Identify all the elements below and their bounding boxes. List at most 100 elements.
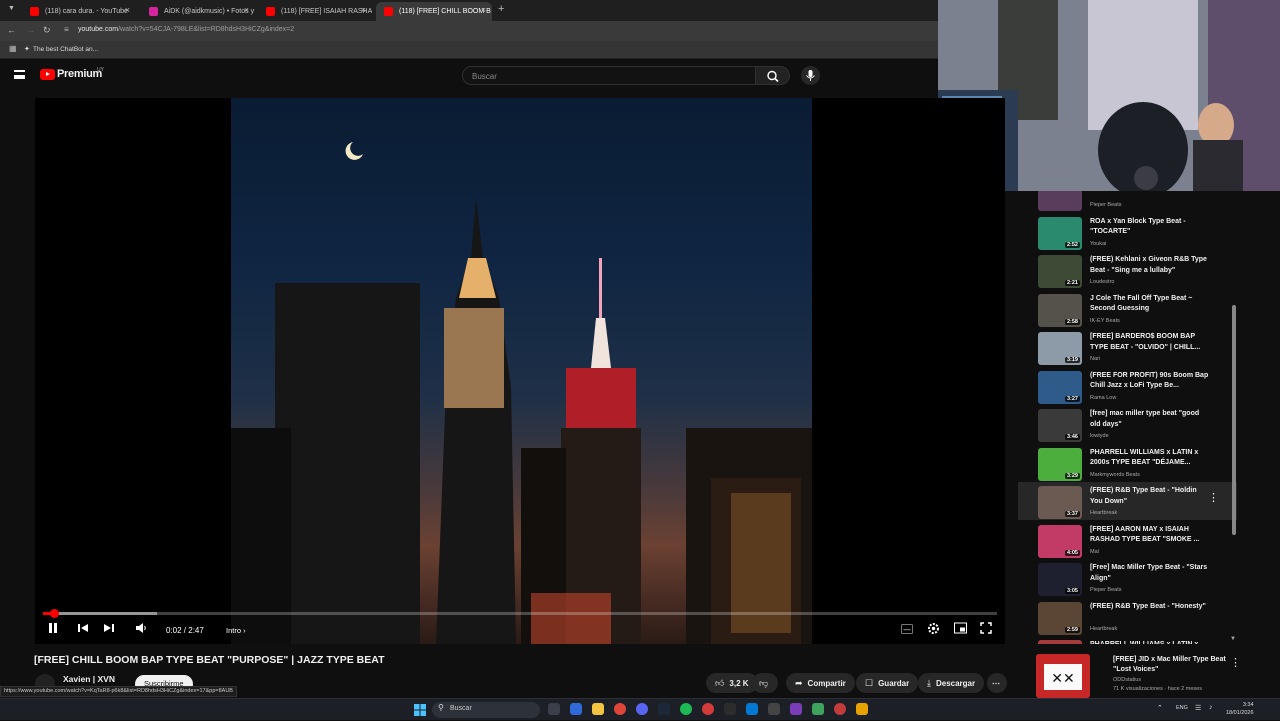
share-button[interactable]: ➦ Compartir bbox=[786, 673, 855, 693]
fullscreen-button[interactable] bbox=[980, 622, 992, 637]
playlist-thumbnail[interactable] bbox=[1038, 640, 1082, 644]
save-button[interactable]: ☐ Guardar bbox=[856, 673, 919, 693]
new-tab-icon[interactable]: + bbox=[498, 3, 504, 15]
playlist-item[interactable]: 4:05 [FREE] AARON MAY x ISAIAH RASHAD TYP… bbox=[1018, 521, 1237, 559]
chrome-icon[interactable] bbox=[614, 703, 626, 715]
playlist-thumbnail[interactable]: 3:19 bbox=[1038, 332, 1082, 365]
video-player[interactable]: 0:02 / 2:47 Intro › bbox=[35, 98, 1005, 644]
file-explorer-icon[interactable] bbox=[592, 703, 604, 715]
playlist-title[interactable]: J Cole The Fall Off Type Beat ~ Second G… bbox=[1090, 294, 1210, 315]
playlist-item[interactable]: 3:19 [FREE] BARDERO$ BOOM BAP TYPE BEAT -… bbox=[1018, 328, 1237, 366]
playlist-title[interactable]: (FREE) R&B Type Beat - "Holdin You Down" bbox=[1090, 486, 1210, 507]
playlist-channel[interactable]: Markmywords Beats bbox=[1090, 472, 1140, 478]
like-button[interactable]: 👍︎ 3,2 K bbox=[706, 673, 758, 693]
playlist-title[interactable]: [FREE] AARON MAY x ISAIAH RASHAD TYPE BE… bbox=[1090, 525, 1210, 546]
speaker-icon[interactable]: ♪ bbox=[1209, 704, 1213, 711]
playlist-title[interactable]: (FREE FOR PROFIT) 90s Boom Bap Chill Jaz… bbox=[1090, 371, 1210, 392]
playlist-title[interactable]: [FREE] BARDERO$ BOOM BAP TYPE BEAT - "OL… bbox=[1090, 332, 1210, 353]
discord-icon[interactable] bbox=[636, 703, 648, 715]
menu-icon[interactable] bbox=[14, 70, 25, 79]
tab-close-icon[interactable]: × bbox=[125, 5, 130, 15]
media-player-icon[interactable] bbox=[702, 703, 714, 715]
playlist-channel[interactable]: Heartbreak bbox=[1090, 510, 1117, 516]
video-frame[interactable] bbox=[231, 98, 812, 644]
spotify-icon[interactable] bbox=[680, 703, 692, 715]
search-input[interactable]: Buscar bbox=[462, 66, 756, 85]
playlist-channel[interactable]: Pieper Beats bbox=[1090, 202, 1122, 208]
forward-icon[interactable]: → bbox=[26, 25, 35, 35]
taskbar-search[interactable]: Buscar bbox=[432, 702, 540, 718]
progress-scrubber-handle[interactable] bbox=[50, 609, 60, 618]
playlist-item[interactable]: 3:29 PHARRELL WILLIAMS x LATIN x 2000s TY… bbox=[1018, 444, 1237, 482]
tab-close-icon[interactable]: × bbox=[481, 5, 486, 15]
channel-name[interactable]: Xavien | XVN bbox=[63, 674, 115, 684]
playlist-title[interactable]: (FREE) R&B Type Beat - "Honesty" bbox=[1090, 602, 1210, 613]
vscode-icon[interactable] bbox=[746, 703, 758, 715]
playlist-title[interactable]: PHARRELL WILLIAMS x LATIN x 2000s TYPE B… bbox=[1090, 640, 1210, 644]
browser-tab[interactable]: (118) [FREE] CHILL BOOM B × bbox=[376, 2, 492, 21]
terminal-icon[interactable] bbox=[724, 703, 736, 715]
url-field[interactable]: youtube.com/watch?v=54CJA-798LE&list=RD8… bbox=[78, 26, 294, 33]
wifi-icon[interactable]: ☰ bbox=[1195, 704, 1201, 712]
task-view-icon[interactable] bbox=[548, 703, 560, 715]
subtitles-button[interactable] bbox=[901, 624, 913, 637]
copilot-icon[interactable] bbox=[570, 703, 582, 715]
recommendation-channel[interactable]: ODDstatius bbox=[1113, 677, 1141, 683]
tab-close-icon[interactable]: × bbox=[244, 5, 249, 15]
playlist-item[interactable]: 2:52 ROA x Yan Block Type Beat - "TOCARTE… bbox=[1018, 213, 1237, 251]
apps-icon[interactable]: ▦ bbox=[9, 44, 17, 53]
playlist-channel[interactable]: lowtyde bbox=[1090, 433, 1109, 439]
more-vertical-icon[interactable]: ⋮ bbox=[1230, 656, 1241, 669]
playlist-item[interactable]: 3:05 [Free] Mac Miller Type Beat - "Stars… bbox=[1018, 559, 1237, 597]
back-icon[interactable]: ← bbox=[7, 25, 16, 35]
more-vertical-icon[interactable]: ⋮ bbox=[1208, 491, 1219, 504]
playlist-item[interactable]: 3:27 (FREE FOR PROFIT) 90s Boom Bap Chill… bbox=[1018, 367, 1237, 405]
browser-tab[interactable]: (118) [FREE] ISAIAH RASHAD T× bbox=[258, 2, 372, 21]
input-language[interactable]: ENG bbox=[1176, 705, 1188, 711]
tab-close-icon[interactable]: × bbox=[361, 5, 366, 15]
pause-button[interactable] bbox=[47, 622, 59, 637]
reload-icon[interactable]: ↻ bbox=[43, 25, 51, 36]
scroll-down-icon[interactable]: ▼ bbox=[1230, 636, 1236, 642]
app-icon[interactable] bbox=[768, 703, 780, 715]
playlist-item[interactable]: 2:59 (FREE) R&B Type Beat - "Honesty" Hear… bbox=[1018, 598, 1237, 636]
playlist-thumbnail[interactable]: 3:46 bbox=[1038, 409, 1082, 442]
playlist-thumbnail[interactable]: 2:52 bbox=[1038, 216, 1082, 250]
windows-start-icon[interactable] bbox=[414, 703, 426, 716]
dislike-button[interactable]: 👎︎ bbox=[752, 673, 778, 693]
browser-tab[interactable]: (118) cara dura. - YouTube × bbox=[22, 2, 136, 21]
youtube-logo-icon[interactable] bbox=[40, 69, 55, 80]
playlist-title[interactable]: [Free] Mac Miller Type Beat - "Stars Ali… bbox=[1090, 563, 1210, 584]
playlist-item[interactable]: 2:58 J Cole The Fall Off Type Beat ~ Seco… bbox=[1018, 290, 1237, 328]
volume-button[interactable] bbox=[135, 622, 147, 637]
playlist-title[interactable]: (FREE) Kehlani x Giveon R&B Type Beat - … bbox=[1090, 255, 1210, 276]
playlist-channel[interactable]: Loudestro bbox=[1090, 279, 1114, 285]
site-info-icon[interactable]: ≡ bbox=[64, 25, 69, 34]
chapter-button[interactable]: Intro › bbox=[226, 626, 246, 635]
xbox-icon[interactable] bbox=[812, 703, 824, 715]
playlist-item[interactable]: PHARRELL WILLIAMS x LATIN x 2000s TYPE B… bbox=[1018, 636, 1237, 644]
folder-app-icon[interactable] bbox=[856, 703, 868, 715]
next-button[interactable] bbox=[103, 622, 115, 637]
playlist-channel[interactable]: Heartbreak bbox=[1090, 626, 1117, 632]
clock[interactable]: 3:34 18/01/2026 bbox=[1226, 701, 1254, 717]
recommendation-item[interactable]: ✕✕ [FREE] JID x Mac Miller Type Beat "Lo… bbox=[1036, 652, 1272, 700]
steam-icon[interactable] bbox=[658, 703, 670, 715]
recommendation-thumbnail[interactable]: ✕✕ bbox=[1036, 654, 1090, 698]
playlist-thumbnail[interactable]: 2:58 bbox=[1038, 293, 1082, 327]
playlist-channel[interactable]: Rama Low bbox=[1090, 395, 1116, 401]
playlist-thumbnail[interactable]: 3:05 bbox=[1038, 563, 1082, 596]
recommendation-title[interactable]: [FREE] JID x Mac Miller Type Beat "Lost … bbox=[1113, 655, 1243, 675]
playlist-thumbnail[interactable]: 3:37 bbox=[1038, 486, 1082, 519]
voice-search-button[interactable] bbox=[801, 66, 820, 85]
visual-studio-icon[interactable] bbox=[790, 703, 802, 715]
miniplayer-button[interactable] bbox=[954, 622, 967, 637]
download-button[interactable]: ⤓ Descargar bbox=[918, 673, 985, 693]
browser-tab[interactable]: AiDK (@aidkmusic) • Fotos y vi × bbox=[141, 2, 255, 21]
playlist-thumbnail[interactable]: 3:27 bbox=[1038, 370, 1082, 404]
playlist-item[interactable]: 3:37 (FREE) R&B Type Beat - "Holdin You D… bbox=[1018, 482, 1237, 520]
playlist-title[interactable]: ROA x Yan Block Type Beat - "TOCARTE" bbox=[1090, 217, 1210, 238]
playlist-item[interactable]: Pieper Beats bbox=[1018, 191, 1237, 212]
playlist-item[interactable]: 3:46 [free] mac miller type beat "good ol… bbox=[1018, 405, 1237, 443]
tab-list-icon[interactable]: ▼ bbox=[8, 5, 15, 12]
